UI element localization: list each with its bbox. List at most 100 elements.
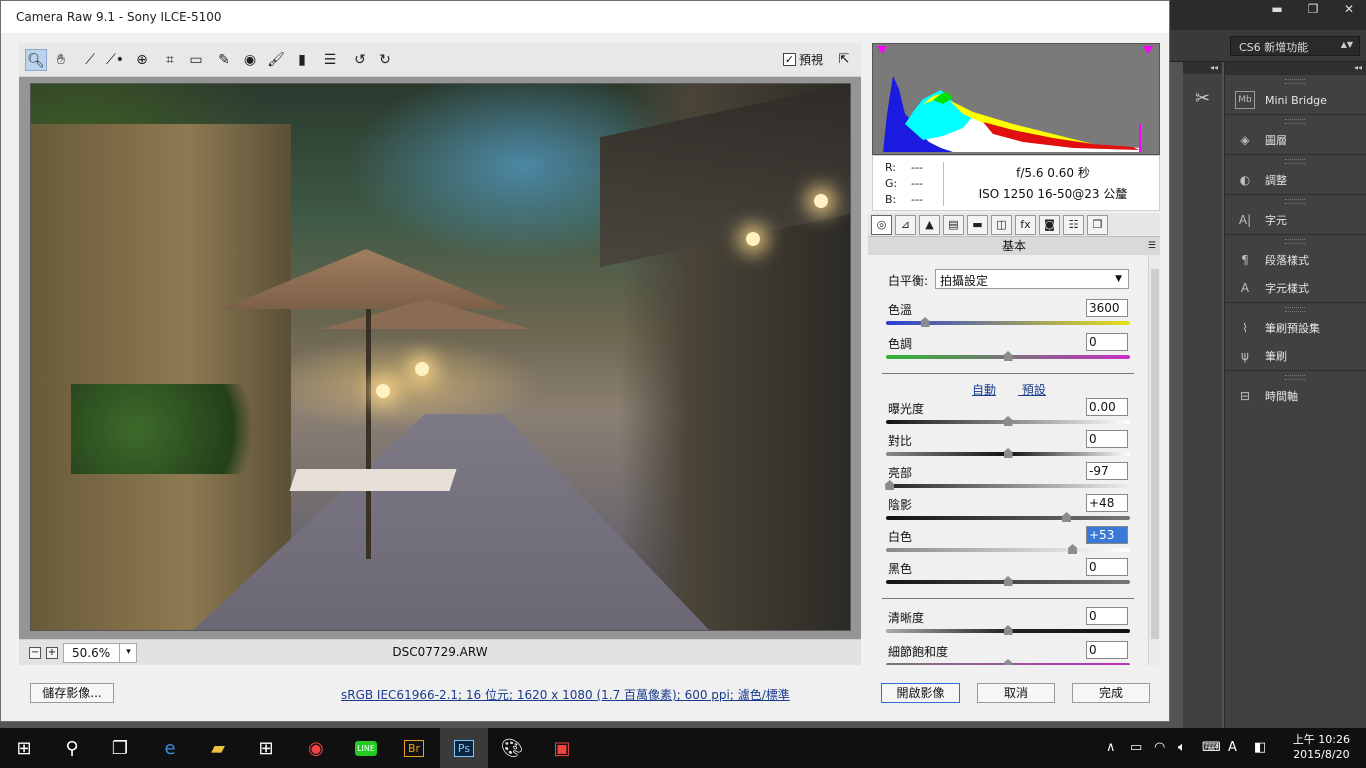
fullscreen-icon[interactable]: ⇱ [833, 49, 855, 71]
bridge-icon[interactable]: Br [390, 728, 438, 768]
wifi-icon[interactable]: ◠ [1154, 728, 1165, 768]
panel-adjustments[interactable]: ◐ 調整 [1225, 166, 1366, 194]
scrollbar-thumb[interactable] [1151, 269, 1159, 639]
collapse-icon[interactable]: ◂◂ [1183, 62, 1222, 74]
tab-detail[interactable]: ▲ [919, 215, 940, 235]
save-image-button[interactable]: 儲存影像... [30, 683, 114, 703]
contrast-input[interactable]: 0 [1086, 430, 1128, 448]
white-balance-icon[interactable]: ⟋ [79, 49, 101, 71]
tint-slider[interactable] [886, 351, 1130, 361]
battery-icon[interactable]: ▭ [1130, 728, 1142, 768]
panel-grip[interactable] [1225, 154, 1366, 166]
red-eye-icon[interactable]: ◉ [239, 49, 261, 71]
shadows-slider[interactable] [886, 512, 1130, 522]
graduated-filter-icon[interactable]: ▮ [291, 49, 313, 71]
open-image-button[interactable]: 開啟影像 [881, 683, 960, 703]
photo-viewer-icon[interactable]: ▣ [538, 728, 586, 768]
rotate-right-icon[interactable]: ↻ [374, 49, 396, 71]
crop-icon[interactable]: ⌗ [159, 49, 181, 71]
panel-grip[interactable] [1225, 74, 1366, 86]
keyboard-icon[interactable]: ⌨ [1202, 728, 1221, 768]
tint-input[interactable]: 0 [1086, 333, 1128, 351]
panel-brush[interactable]: ψ 筆刷 [1225, 342, 1366, 370]
preview-checkbox[interactable]: ✓ 預視 [782, 51, 823, 68]
panel-mini-bridge[interactable]: Mb Mini Bridge [1225, 86, 1366, 114]
tab-lens-corrections[interactable]: ◫ [991, 215, 1012, 235]
tab-hsl[interactable]: ▤ [943, 215, 964, 235]
preferences-icon[interactable]: ☰ [319, 49, 341, 71]
zoom-icon[interactable]: 🔍︎ [25, 49, 47, 71]
auto-link[interactable]: 自動 [972, 383, 996, 397]
tab-tone-curve[interactable]: ⊿ [895, 215, 916, 235]
spot-removal-icon[interactable]: ✎ [213, 49, 235, 71]
panel-menu-icon[interactable]: ☰ [1148, 237, 1156, 255]
done-button[interactable]: 完成 [1072, 683, 1150, 703]
panel-grip[interactable] [1225, 234, 1366, 246]
tab-split-toning[interactable]: ▬ [967, 215, 988, 235]
vibrance-slider[interactable] [886, 659, 1130, 665]
whites-slider[interactable] [886, 544, 1130, 554]
clarity-slider[interactable] [886, 625, 1130, 635]
clarity-input[interactable]: 0 [1086, 607, 1128, 625]
shadows-input[interactable]: +48 [1086, 494, 1128, 512]
line-icon[interactable]: LINE [342, 728, 390, 768]
panel-brush-presets[interactable]: ⌇ 筆刷預設集 [1225, 314, 1366, 342]
panel-timeline[interactable]: ⊟ 時間軸 [1225, 382, 1366, 410]
white-balance-select[interactable]: 拍攝設定 ▼ [935, 269, 1129, 289]
color-sampler-icon[interactable]: ⟋• [104, 49, 126, 71]
highlight-clipping-icon[interactable] [1143, 46, 1153, 54]
blacks-slider[interactable] [886, 576, 1130, 586]
panel-character[interactable]: A| 字元 [1225, 206, 1366, 234]
highlights-slider[interactable] [885, 480, 1130, 490]
temperature-input[interactable]: 3600 [1086, 299, 1128, 317]
panel-character-styles[interactable]: A 字元樣式 [1225, 274, 1366, 302]
notification-icon[interactable]: ◧ [1254, 728, 1266, 768]
exposure-slider[interactable] [886, 416, 1130, 426]
image-canvas[interactable] [19, 77, 861, 639]
edge-icon[interactable]: e [146, 728, 194, 768]
target-adjust-icon[interactable]: ⊕ [131, 49, 153, 71]
tools-icon[interactable]: ✂ [1191, 88, 1215, 112]
workspace-select[interactable]: CS6 新增功能 ▲▼ [1230, 36, 1360, 56]
panel-grip[interactable] [1225, 194, 1366, 206]
tray-expand-icon[interactable]: ∧ [1106, 728, 1116, 768]
rotate-left-icon[interactable]: ↺ [349, 49, 371, 71]
panel-paragraph-styles[interactable]: ¶ 段落樣式 [1225, 246, 1366, 274]
store-icon[interactable]: ⊞ [242, 728, 290, 768]
expand-icon[interactable]: ◂◂ [1225, 62, 1366, 74]
blacks-input[interactable]: 0 [1086, 558, 1128, 576]
photoshop-icon[interactable]: Ps [440, 728, 488, 768]
file-explorer-icon[interactable]: ▰ [194, 728, 242, 768]
tab-effects[interactable]: fx [1015, 215, 1036, 235]
highlights-input[interactable]: -97 [1086, 462, 1128, 480]
tab-presets[interactable]: ☷ [1063, 215, 1084, 235]
chrome-icon[interactable]: ◉ [292, 728, 340, 768]
tab-snapshots[interactable]: ❐ [1087, 215, 1108, 235]
paint-icon[interactable]: 🎨︎ [488, 728, 536, 768]
cancel-button[interactable]: 取消 [977, 683, 1055, 703]
tab-camera-calibration[interactable]: ◙ [1039, 215, 1060, 235]
temperature-slider[interactable] [886, 317, 1130, 327]
vibrance-input[interactable]: 0 [1086, 641, 1128, 659]
adjustment-brush-icon[interactable]: 🖌︎ [265, 49, 287, 71]
minimize-button[interactable]: ▬ [1260, 0, 1294, 20]
tab-basic[interactable]: ◎ [871, 215, 892, 235]
contrast-slider[interactable] [886, 448, 1130, 458]
straighten-icon[interactable]: ▭ [185, 49, 207, 71]
search-icon[interactable]: ⚲ [48, 728, 96, 768]
panel-grip[interactable] [1225, 302, 1366, 314]
hand-icon[interactable]: ✋︎ [50, 49, 72, 71]
workflow-options-link[interactable]: sRGB IEC61966-2.1; 16 位元; 1620 x 1080 (1… [341, 686, 790, 703]
panel-layers[interactable]: ◈ 圖層 [1225, 126, 1366, 154]
whites-input[interactable]: +53 [1086, 526, 1128, 544]
panel-scrollbar[interactable] [1148, 255, 1160, 665]
ime-indicator[interactable]: A [1228, 728, 1237, 768]
default-link[interactable]: 預設 [1022, 383, 1046, 397]
clock[interactable]: 上午 10:26 2015/8/20 [1293, 732, 1350, 762]
volume-icon[interactable]: 🔈︎ [1178, 728, 1186, 768]
close-button[interactable]: ✕ [1332, 0, 1366, 20]
shadow-clipping-icon[interactable] [877, 46, 887, 54]
start-icon[interactable]: ⊞ [0, 728, 48, 768]
restore-button[interactable]: ❐ [1296, 0, 1330, 20]
exposure-input[interactable]: 0.00 [1086, 398, 1128, 416]
